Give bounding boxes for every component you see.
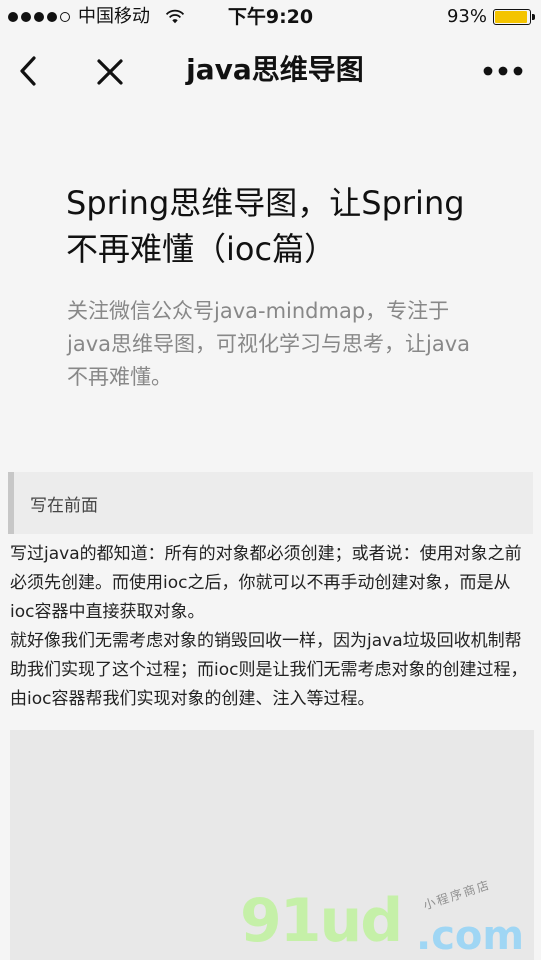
article-description: 关注微信公众号java-mindmap，专注于java思维导图，可视化学习与思考… bbox=[67, 299, 470, 389]
battery-icon bbox=[493, 8, 535, 25]
status-right: 93% bbox=[446, 6, 535, 27]
close-icon[interactable] bbox=[94, 56, 126, 88]
article-paragraph: 就好像我们无需考虑对象的销毁回收一样，因为java垃圾回收机制帮助我们实现了这个… bbox=[10, 631, 528, 709]
article-body: 写过java的都知道：所有的对象都必须创建；或者说：使用对象之前必须先创建。而使… bbox=[10, 540, 534, 714]
quote-text: 写在前面 bbox=[30, 495, 98, 516]
back-arrow-icon[interactable] bbox=[14, 54, 40, 88]
battery-percent: 93% bbox=[446, 6, 487, 27]
article-title: Spring思维导图，让Spring不再难懂（ioc篇） bbox=[66, 184, 465, 268]
article-image bbox=[10, 730, 534, 960]
battery-fill bbox=[495, 10, 527, 23]
navigation-bar: java思维导图 bbox=[0, 36, 541, 108]
article-paragraph: 写过java的都知道：所有的对象都必须创建；或者说：使用对象之前必须先创建。而使… bbox=[10, 544, 522, 622]
section-quote: 写在前面 bbox=[8, 472, 533, 534]
status-bar: 中国移动 下午9:20 93% bbox=[0, 0, 541, 36]
page-title: java思维导图 bbox=[186, 53, 364, 86]
more-options-icon[interactable] bbox=[483, 65, 523, 77]
